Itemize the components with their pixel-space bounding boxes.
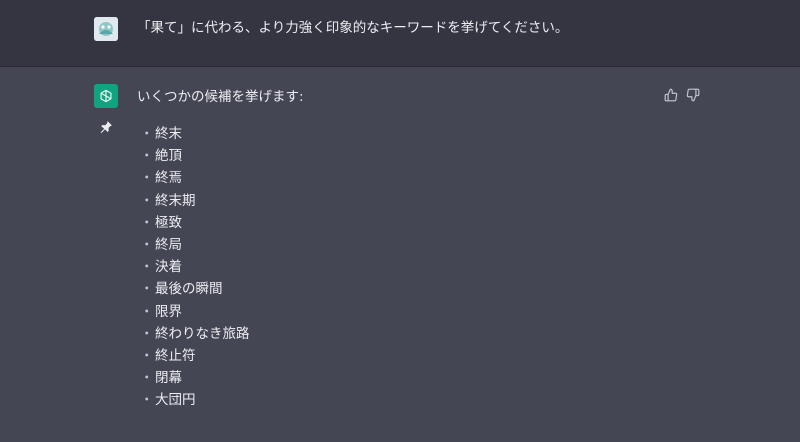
thumbs-down-icon[interactable] — [686, 87, 700, 102]
list-item: ・絶頂 — [140, 148, 182, 165]
list-item: ・限界 — [140, 303, 182, 320]
assistant-message-row: いくつかの候補を挙げます: ・終末 ・絶頂 ・終焉 ・終末期 ・極致 ・終局 ・… — [0, 67, 800, 442]
assistant-intro-text: いくつかの候補を挙げます: — [137, 89, 304, 105]
list-item: ・終わりなき旅路 — [140, 325, 250, 342]
openai-logo-icon — [94, 84, 118, 108]
user-avatar-icon — [94, 17, 118, 41]
list-item: ・終末期 — [140, 192, 196, 209]
user-message-row: 「果て」に代わる、より力強く印象的なキーワードを挙げてください。 — [0, 0, 800, 67]
keyword-list: ・終末 ・絶頂 ・終焉 ・終末期 ・極致 ・終局 ・決着 ・最後の瞬間 ・限界 … — [140, 123, 250, 411]
list-item: ・最後の瞬間 — [140, 281, 223, 298]
user-message-text: 「果て」に代わる、より力強く印象的なキーワードを挙げてください。 — [137, 20, 569, 36]
pin-icon[interactable] — [98, 119, 114, 135]
list-item: ・閉幕 — [140, 370, 182, 387]
list-item: ・決着 — [140, 259, 182, 276]
list-item: ・終焉 — [140, 170, 182, 187]
list-item: ・終局 — [140, 236, 182, 253]
list-item: ・大団円 — [140, 392, 196, 409]
list-item: ・終止符 — [140, 347, 196, 364]
feedback-buttons — [664, 87, 700, 102]
list-item: ・極致 — [140, 214, 182, 231]
list-item: ・終末 — [140, 126, 182, 142]
thumbs-up-icon[interactable] — [664, 87, 678, 102]
